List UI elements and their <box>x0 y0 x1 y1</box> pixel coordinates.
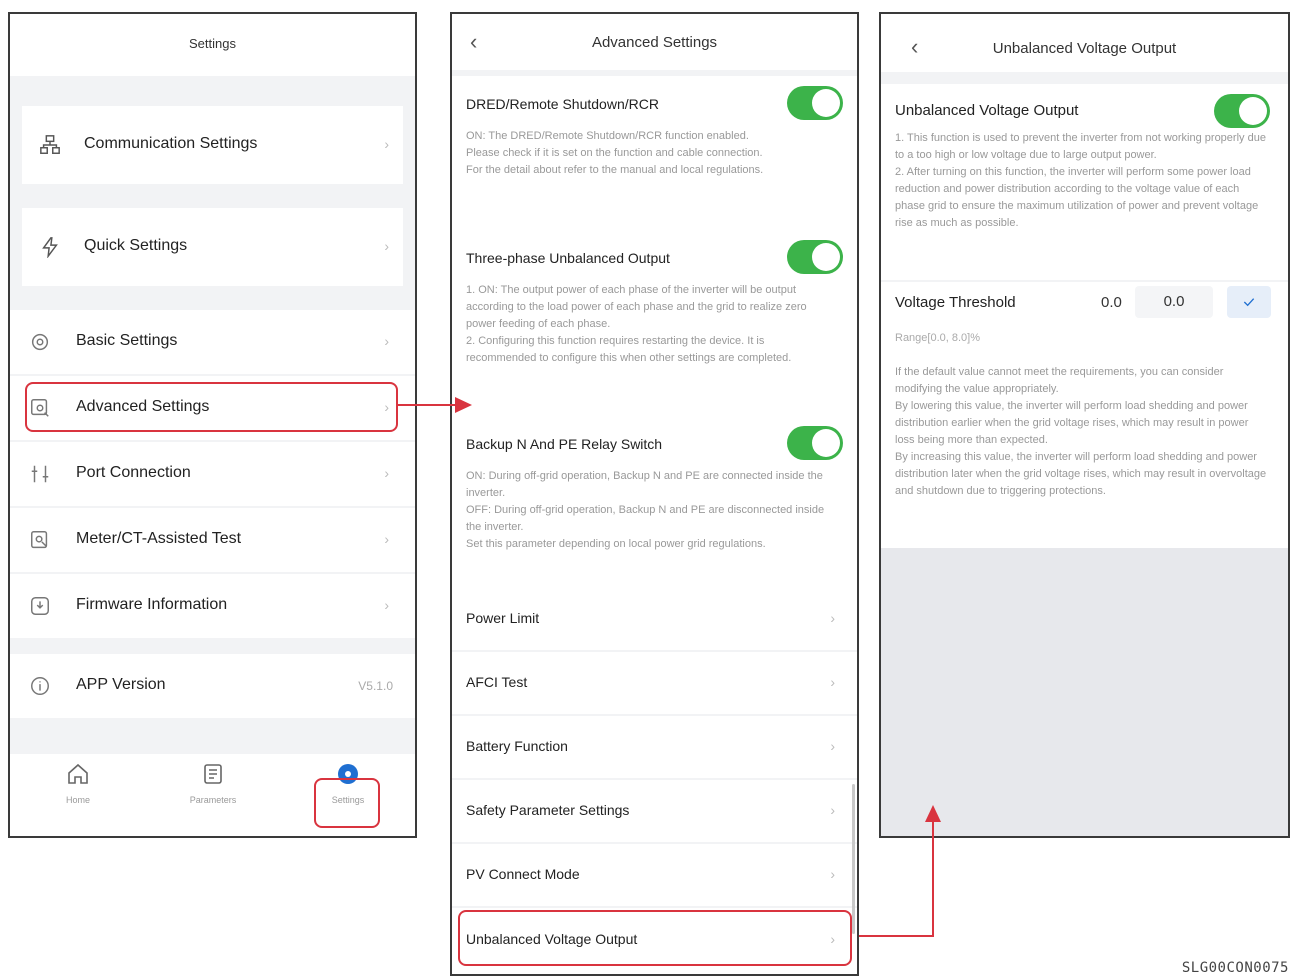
arrow-to-unbalanced-voltage <box>859 805 941 937</box>
flow-arrows <box>397 397 941 937</box>
figure-code: SLG00CON0075 <box>1181 960 1289 976</box>
arrow-to-advanced-settings <box>397 397 472 413</box>
